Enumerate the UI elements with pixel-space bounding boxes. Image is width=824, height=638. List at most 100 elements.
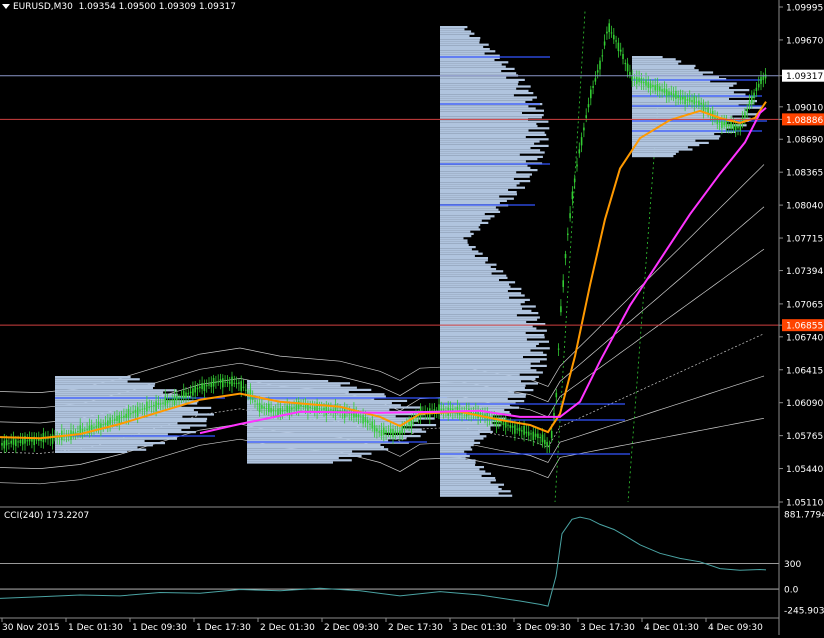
profile-bar [632,137,720,140]
profile-bar [440,166,531,169]
chart-window[interactable]: 1.09995 1.09670 1.09317 1.09010 1.08886 1.086… [0,0,824,635]
candle-body [755,87,758,92]
profile-bar [55,428,182,431]
profile-bar [440,210,501,213]
candle-body [576,164,578,167]
profile-bar [440,353,547,356]
candle-body [378,431,380,433]
profile-bar [440,30,472,33]
candle-body [130,413,132,415]
candle-body [242,386,245,388]
candle-body [150,406,153,408]
profile-bar [632,111,748,114]
profile-bar [440,72,517,75]
profile-bar [440,61,509,64]
candle-body [325,405,328,416]
cci-tick-label: 300 [784,560,801,570]
price-tick-label: 1.05440 [786,465,823,475]
profile-bar [440,395,526,398]
candle-body [231,376,233,387]
candle-body [603,41,606,46]
profile-bar [440,316,540,319]
candle-body [601,55,604,57]
candle-body [51,434,54,444]
candle-body [212,378,215,387]
profile-bar [247,432,384,435]
candle-body [617,42,620,52]
candle-body [677,95,679,99]
profile-bar [440,441,481,444]
profile-bar [440,437,484,440]
profile-bar [440,338,527,341]
candle-body [679,96,682,101]
candle-body [274,410,277,412]
profile-bar [247,457,339,460]
price-tick-label: 1.09670 [786,36,823,46]
candle-body [746,108,748,112]
profile-bar [440,63,502,66]
profile-bar [440,193,517,196]
profile-bar [440,114,544,117]
profile-bar [440,180,531,183]
candle-body [534,433,537,437]
candle-body [293,407,295,409]
candle-body [281,409,284,412]
profile-bar [440,171,517,174]
profile-bar [440,477,496,480]
candle-body [125,413,127,418]
profile-bar [440,215,495,218]
candle-body [594,78,597,82]
profile-bar [247,388,372,391]
profile-bar [440,318,538,321]
candle-body [498,420,500,423]
profile-bar [440,382,538,385]
candle-body [256,403,259,405]
candle-body [645,79,647,86]
candle-body [608,23,610,33]
profile-bar [440,186,525,189]
candle-body [371,421,374,429]
profile-bar [55,393,178,396]
profile-bar [440,479,496,482]
candle-body [93,427,95,429]
profile-bar [440,202,500,205]
profile-bar [440,285,511,288]
profile-bar [247,395,386,398]
profile-bar [440,206,496,209]
chart-canvas[interactable]: 1.09995 1.09670 1.09317 1.09010 1.08886 1.086… [0,0,824,635]
candle-body [309,406,311,409]
candle-body [734,124,737,131]
profile-bar [440,191,517,194]
profile-bar [247,448,389,451]
profile-bar [440,303,521,306]
candle-body [8,442,10,444]
chevron-down-icon[interactable] [2,4,10,9]
candle-body [263,406,265,409]
candle-body [357,414,360,418]
candle-body [182,390,185,399]
profile-bar [632,93,746,96]
candle-body [555,392,558,398]
profile-bar [440,235,472,238]
candle-body [157,402,160,405]
candle-body [502,422,505,426]
profile-bar [440,463,476,466]
candle-body [691,99,693,103]
candle-body [199,386,201,389]
candle-body [284,409,286,411]
candle-body [355,413,357,418]
profile-bar [440,483,504,486]
profile-bar [440,28,465,31]
profile-bar [440,426,491,429]
price-tick-label: 1.06415 [786,366,823,376]
profile-bar [632,122,726,125]
profile-bar [440,455,470,458]
candle-body [385,430,387,434]
candle-body [84,429,86,431]
candle-body [629,71,631,76]
profile-bar [440,433,480,436]
price-tick-label: 1.06740 [786,333,823,343]
profile-bar [440,41,480,44]
profile-bar [440,116,542,119]
candle-body [389,428,392,435]
